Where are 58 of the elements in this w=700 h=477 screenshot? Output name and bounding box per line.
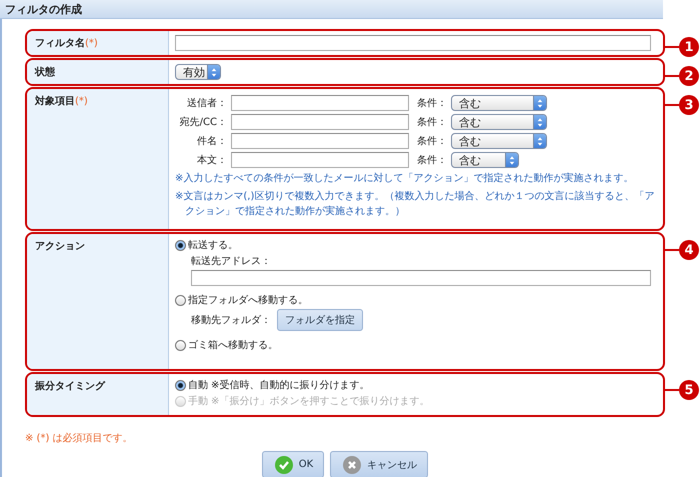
help-note: ※文言はカンマ(,)区切りで複数入力できます。（複数入力した場合、どれか１つの文言に該当すると、「アクション」で指定された動作が実施されます。） (175, 190, 656, 219)
row-label: アクション (35, 241, 85, 252)
row-label: 振分タイミング (35, 381, 105, 392)
option-note: ※受信時、自動的に振り分けます。 (211, 378, 370, 392)
caret-icon (533, 115, 546, 129)
callout-badge: 4 (679, 240, 699, 260)
condition-label: 条件： (417, 97, 447, 110)
condition-text-field[interactable] (231, 114, 409, 130)
callout-badge: 5 (679, 380, 699, 400)
condition-text-field[interactable] (231, 133, 409, 149)
field-label: 本文： (196, 154, 227, 167)
forward-address-field[interactable] (191, 270, 651, 286)
condition-text-field[interactable] (231, 152, 409, 168)
field-label: 移動先フォルダ： (191, 314, 271, 327)
option-label: 手動 (188, 394, 208, 408)
row-label: 対象項目 (35, 96, 75, 107)
caret-icon (207, 65, 220, 79)
required-footnote: ※ (*) は必須項目です。 (25, 432, 134, 445)
caret-icon (533, 134, 546, 148)
field-label: 転送先アドレス： (191, 254, 272, 268)
callout-badge: 2 (679, 66, 699, 86)
choose-folder-button[interactable]: フォルダを指定 (277, 309, 363, 331)
dialog-title: フィルタの作成 (0, 0, 663, 19)
condition-label: 条件： (417, 135, 447, 148)
help-note: ※入力したすべての条件が一致したメールに対して「アクション」で指定された動作が実施されます。 (175, 172, 634, 186)
callout-badge: 3 (679, 95, 699, 115)
dropdown[interactable]: 有効 (175, 64, 221, 80)
option-label: 自動 (188, 379, 208, 392)
radio-button[interactable] (175, 294, 186, 306)
condition-label: 条件： (417, 154, 447, 167)
filter-name-field[interactable] (175, 35, 651, 51)
dropdown[interactable]: 含む (451, 133, 547, 149)
field-label: 送信者： (186, 96, 227, 110)
ok-button[interactable]: OK (262, 451, 324, 477)
dropdown[interactable]: 含む (451, 95, 547, 111)
required-mark: (*) (85, 38, 98, 49)
caret-icon (505, 153, 518, 167)
close-icon (343, 456, 362, 474)
row-label: フィルタ名 (35, 38, 85, 49)
radio-button[interactable] (175, 240, 186, 250)
required-mark: (*) (75, 96, 88, 107)
dropdown[interactable]: 含む (451, 152, 519, 168)
field-label: 宛先/CC： (178, 116, 227, 129)
option-note: ※「振分け」ボタンを押すことで振り分けます。 (211, 394, 430, 408)
cancel-button[interactable]: キャンセル (330, 451, 428, 477)
field-label: 件名： (196, 135, 227, 148)
check-icon (274, 456, 293, 474)
option-label: ゴミ箱へ移動する。 (188, 339, 278, 352)
option-label: 転送する。 (188, 239, 238, 252)
radio-button[interactable] (175, 340, 186, 350)
callout-badge: 1 (679, 37, 699, 57)
caret-icon (533, 96, 546, 110)
row-label: 状態 (35, 67, 55, 78)
option-label: 指定フォルダへ移動する。 (188, 294, 308, 307)
dropdown[interactable]: 含む (451, 114, 547, 130)
condition-text-field[interactable] (231, 95, 409, 111)
condition-label: 条件： (417, 116, 447, 129)
radio-button[interactable] (175, 380, 186, 390)
